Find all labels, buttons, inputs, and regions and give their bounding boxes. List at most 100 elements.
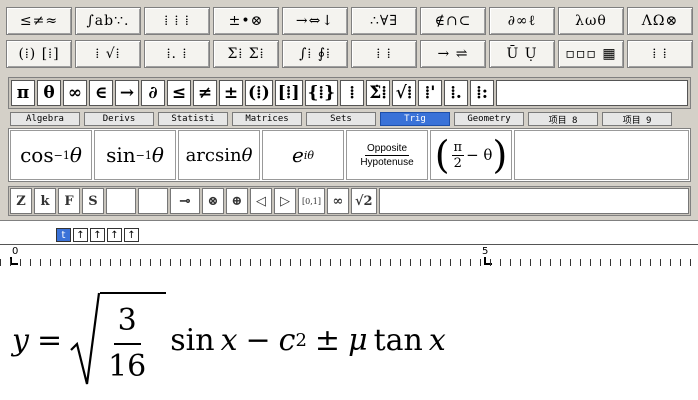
tab-derivs[interactable]: Derivs (84, 112, 154, 126)
fraction-numerator: 3 (113, 303, 141, 345)
fraction-denominator: 16 (108, 349, 147, 384)
partial-symbol-button[interactable]: ∂ (141, 80, 165, 106)
greek-uppercase-palette-button[interactable]: ΛΩ⊗ (627, 7, 693, 35)
tab-matrices[interactable]: Matrices (232, 112, 302, 126)
integral-templates-button[interactable]: ∫⁞ ∮⁞ (282, 40, 348, 68)
pi-symbol-button[interactable]: π (11, 80, 35, 106)
pi-half-shift-template-button[interactable]: ( π 2 − θ ) (430, 130, 512, 180)
equation[interactable]: y = 3 16 sin x − c2 ± μ tan x (12, 292, 446, 388)
equals-sign: = (36, 322, 63, 358)
size-style-buttons: t ↑ ↑ ↑ ↑ (56, 228, 139, 242)
misc-symbols-palette-button[interactable]: ∂∞ℓ (489, 7, 555, 35)
tab-item-8[interactable]: 项目 8 (528, 112, 598, 126)
sub-superscript-template-button[interactable]: ⁞: (470, 80, 495, 106)
pi-half-minus-theta: − θ (466, 146, 493, 164)
circled-plus-button[interactable]: ⊕ (226, 188, 248, 214)
products-set-templates-button[interactable]: Ū Ụ (489, 40, 555, 68)
blackboard-z-button[interactable]: Z (10, 188, 32, 214)
tab-statistics[interactable]: Statisti (158, 112, 228, 126)
sum-template-button[interactable]: Σ̇⁞ (366, 80, 391, 106)
equation-editing-area[interactable]: y = 3 16 sin x − c2 ± μ tan x (0, 266, 698, 400)
arccos-template-button[interactable]: cos −1 θ (10, 130, 92, 180)
sqrt-two-button[interactable]: √2 (350, 188, 377, 214)
tab-geometry[interactable]: Geometry (454, 112, 524, 126)
left-paren-glyph: ( (434, 133, 450, 177)
bracket-template-button[interactable]: [⁞] (274, 80, 303, 106)
right-arrow-symbol-button[interactable]: → (115, 80, 139, 106)
blackboard-k-button[interactable]: k (34, 188, 56, 214)
tab-algebra[interactable]: Algebra (10, 112, 80, 126)
brace-template-button[interactable]: {⁞} (304, 80, 339, 106)
matrix-templates-button[interactable]: ▫▫▫ ▦ (558, 40, 624, 68)
not-equal-symbol-button[interactable]: ≠ (193, 80, 217, 106)
less-equal-symbol-button[interactable]: ≤ (167, 80, 191, 106)
empty-slot-button-1[interactable] (106, 188, 136, 214)
circled-times-button[interactable]: ⊗ (202, 188, 224, 214)
euler-base: e (292, 143, 304, 167)
fraction-template-button[interactable]: ⁞ (340, 80, 365, 106)
subscript-template-button[interactable]: ⁞. (444, 80, 469, 106)
infinity-button[interactable]: ∞ (326, 188, 349, 214)
blackboard-s-button[interactable]: S (82, 188, 104, 214)
pi-half-fraction: π 2 (451, 140, 465, 171)
symbol-bar-empty-slot (496, 80, 688, 106)
summation-templates-button[interactable]: Σ⁞ Σ⁞ (213, 40, 279, 68)
ruler[interactable]: 0 5 (0, 244, 698, 268)
arcsin-template-button[interactable]: sin −1 θ (94, 130, 176, 180)
logic-palette-button[interactable]: ∴∀∃ (351, 7, 417, 35)
unit-interval-button[interactable]: [0,1] (298, 188, 325, 214)
text-style-button[interactable]: t (56, 228, 71, 242)
euler-exponent: iθ (303, 148, 314, 162)
tab-trig[interactable]: Trig (380, 112, 450, 126)
arrows-palette-button[interactable]: →⇔↓ (282, 7, 348, 35)
arccos-exponent: −1 (53, 148, 70, 162)
sine-ratio-template-button[interactable]: Opposite Hypotenuse (346, 130, 428, 180)
size-up-button-3[interactable]: ↑ (107, 228, 122, 242)
template-bar-empty-slot (514, 130, 689, 180)
fence-templates-button[interactable]: (⁞) [⁞] (6, 40, 72, 68)
size-up-button-2[interactable]: ↑ (90, 228, 105, 242)
size-up-button-4[interactable]: ↑ (124, 228, 139, 242)
radicand: 3 16 (100, 292, 167, 388)
set-theory-palette-button[interactable]: ∉∩⊂ (420, 7, 486, 35)
blackboard-f-button[interactable]: F (58, 188, 80, 214)
paren-template-button[interactable]: (⁞) (245, 80, 273, 106)
c-exponent: 2 (295, 329, 307, 351)
tan-argument: x (428, 322, 446, 358)
greek-lowercase-palette-button[interactable]: λωθ (558, 7, 624, 35)
infinity-symbol-button[interactable]: ∞ (63, 80, 87, 106)
sine-ratio-fraction: Opposite Hypotenuse (360, 142, 413, 169)
sqrt-template-button[interactable]: √⁞ (392, 80, 417, 106)
arcsin-word-template-button[interactable]: arcsin θ (178, 130, 260, 180)
size-up-button-1[interactable]: ↑ (73, 228, 88, 242)
euler-template-button[interactable]: e iθ (262, 130, 344, 180)
superscript-template-button[interactable]: ⁞' (418, 80, 443, 106)
plus-minus-symbol-button[interactable]: ± (219, 80, 243, 106)
tab-sets[interactable]: Sets (306, 112, 376, 126)
left-triangle-button[interactable]: ◁ (250, 188, 272, 214)
arcsin-word: arcsin (185, 144, 242, 166)
empty-slot-button-2[interactable] (138, 188, 168, 214)
embellishments-palette-button[interactable]: ⁞ ⁞ ⁞ (144, 7, 210, 35)
multimap-symbol-button[interactable]: ⊸ (170, 188, 200, 214)
plus-minus-sign: ± (314, 322, 341, 358)
tan-function: tan (373, 322, 423, 358)
equation-editor-toolbar: ≤≠≈ ∫ab∵. ⁞ ⁞ ⁞ ±•⊗ →⇔↓ ∴∀∃ ∉∩⊂ ∂∞ℓ λωθ … (0, 0, 698, 221)
minus-sign: − (245, 322, 271, 358)
element-of-symbol-button[interactable]: ∈ (89, 80, 113, 106)
spaces-ellipses-palette-button[interactable]: ∫ab∵. (75, 7, 141, 35)
relations-palette-button[interactable]: ≤≠≈ (6, 7, 72, 35)
right-triangle-button[interactable]: ▷ (274, 188, 296, 214)
sin-function: sin (170, 322, 215, 358)
tab-item-9[interactable]: 项目 9 (602, 112, 672, 126)
fraction: 3 16 (104, 303, 150, 385)
box-templates-button[interactable]: ⁞ ⁞ (627, 40, 693, 68)
palette-tabs: Algebra Derivs Statisti Matrices Sets Tr… (10, 112, 672, 126)
subscript-superscript-templates-button[interactable]: ⁞. ⁞ (144, 40, 210, 68)
theta-symbol-button[interactable]: θ (37, 80, 61, 106)
custom-symbol-bar: Z k F S ⊸ ⊗ ⊕ ◁ ▷ [0,1] ∞ √2 (8, 186, 691, 216)
underbar-overbar-templates-button[interactable]: ⁞ ⁞ (351, 40, 417, 68)
fraction-radical-templates-button[interactable]: ⁞ √⁞ (75, 40, 141, 68)
operators-palette-button[interactable]: ±•⊗ (213, 7, 279, 35)
labeled-arrow-templates-button[interactable]: → ⇌ (420, 40, 486, 68)
